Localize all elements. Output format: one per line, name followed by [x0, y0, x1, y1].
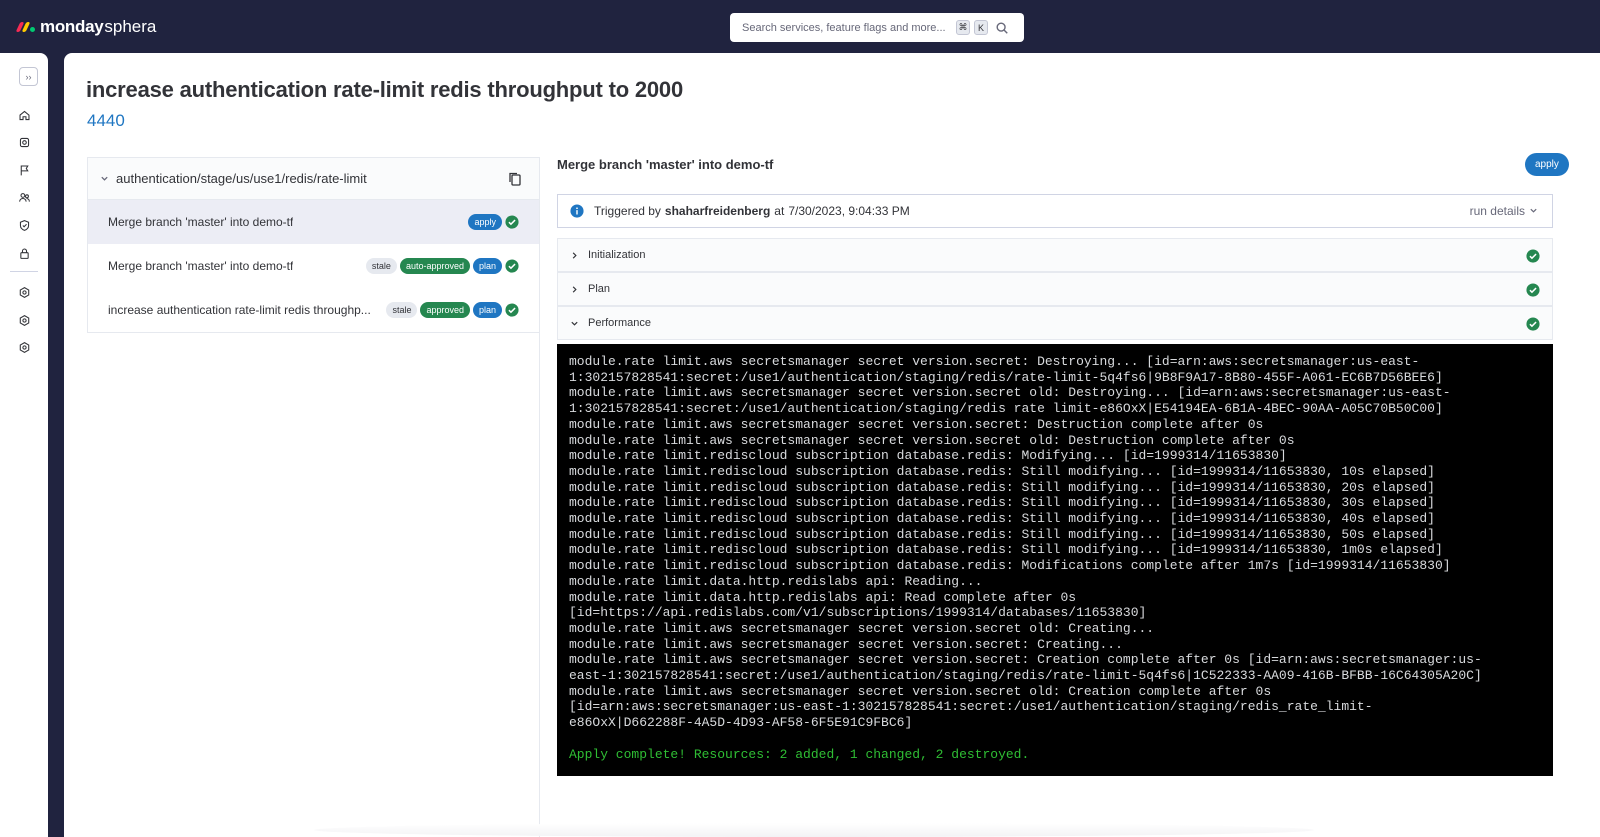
- users-icon[interactable]: [16, 189, 32, 205]
- gear-service-icon[interactable]: [16, 134, 32, 150]
- at-label: at: [774, 204, 785, 218]
- log-line: module.rate limit.data.http.redislabs ap…: [569, 589, 1077, 605]
- step-label: Initialization: [588, 249, 646, 261]
- log-line: module.rate limit.rediscloud subscriptio…: [569, 495, 1435, 511]
- search-icon[interactable]: [995, 21, 1009, 35]
- log-line: module.rate limit.rediscloud subscriptio…: [569, 463, 1435, 479]
- success-check-icon: [505, 215, 519, 229]
- sidebar-divider: [10, 271, 38, 272]
- run-item-label: Merge branch 'master' into demo-tf: [108, 259, 294, 273]
- pr-number-link[interactable]: 4440: [87, 111, 125, 131]
- chevron-right-icon: [570, 251, 580, 260]
- gear-icon[interactable]: [16, 312, 32, 328]
- monday-logo-icon: [15, 22, 35, 32]
- run-title: Merge branch 'master' into demo-tf: [557, 157, 774, 172]
- log-line: module.rate limit.rediscloud subscriptio…: [569, 511, 1435, 527]
- left-sidebar: ››: [0, 53, 48, 837]
- log-line: 1:302157828541:secret:/use1/authenticati…: [569, 401, 1443, 417]
- log-line: module.rate limit.aws secretsmanager sec…: [569, 683, 1272, 699]
- log-line: module.rate limit.rediscloud subscriptio…: [569, 526, 1435, 542]
- log-line: module.rate limit.rediscloud subscriptio…: [569, 479, 1435, 495]
- double-chevron-right-icon[interactable]: ››: [19, 67, 38, 86]
- success-check-icon: [1526, 283, 1540, 297]
- log-line: [id=arn:aws:secretsmanager:us-east-1:302…: [569, 699, 1373, 715]
- gear-icon[interactable]: [16, 339, 32, 355]
- success-check-icon: [505, 303, 519, 317]
- runs-panel: authentication/stage/us/use1/redis/rate-…: [87, 157, 540, 837]
- copy-icon[interactable]: [507, 171, 523, 187]
- scroll-shadow: [314, 823, 1314, 837]
- run-list-divider: [87, 332, 540, 333]
- workspace-path: authentication/stage/us/use1/redis/rate-…: [116, 171, 367, 186]
- log-line: module.rate limit.rediscloud subscriptio…: [569, 542, 1443, 558]
- log-line: module.rate limit.rediscloud subscriptio…: [569, 558, 1451, 574]
- stale-badge: stale: [386, 302, 418, 318]
- log-line: module.rate limit.data.http.redislabs ap…: [569, 573, 983, 589]
- brand-name: monday: [40, 17, 104, 36]
- shortcut-key-k: K: [974, 20, 988, 35]
- lock-icon[interactable]: [16, 245, 32, 261]
- step-performance[interactable]: Performance: [557, 306, 1553, 340]
- approved-badge: approved: [420, 302, 470, 318]
- log-line: module.rate limit.aws secretsmanager sec…: [569, 385, 1451, 401]
- log-line: module.rate limit.rediscloud subscriptio…: [569, 448, 1287, 464]
- shortcut-key-cmd: ⌘: [956, 20, 970, 35]
- info-icon: [570, 204, 584, 218]
- log-line: module.rate limit.aws secretsmanager sec…: [569, 416, 1264, 432]
- success-check-icon: [505, 259, 519, 273]
- apply-badge: apply: [468, 214, 502, 230]
- chevron-down-icon: [570, 319, 580, 328]
- step-label: Plan: [588, 283, 611, 295]
- log-line: [id=https://api.redislabs.com/v1/subscri…: [569, 605, 1147, 621]
- log-line: module.rate limit.aws secretsmanager sec…: [569, 432, 1295, 448]
- chevron-down-icon: [1529, 204, 1538, 218]
- run-item[interactable]: increase authentication rate-limit redis…: [87, 288, 540, 332]
- product-name: sphera: [104, 17, 157, 36]
- main-content: increase authentication rate-limit redis…: [64, 53, 1600, 837]
- log-summary: Apply complete! Resources: 2 added, 1 ch…: [569, 746, 1030, 762]
- shield-icon[interactable]: [16, 217, 32, 233]
- chevron-right-icon: [570, 285, 580, 294]
- triggered-by-user: shaharfreidenberg: [664, 204, 771, 218]
- flag-icon[interactable]: [16, 162, 32, 178]
- run-item-label: Merge branch 'master' into demo-tf: [108, 215, 294, 229]
- run-item[interactable]: Merge branch 'master' into demo-tf apply: [87, 200, 540, 244]
- auto-approved-badge: auto-approved: [399, 258, 470, 274]
- run-details-label: run details: [1469, 204, 1525, 218]
- log-line: 1:302157828541:secret:/use1/authenticati…: [569, 369, 1443, 385]
- step-label: Performance: [588, 317, 651, 329]
- terminal-log[interactable]: module.rate limit.aws secretsmanager sec…: [557, 344, 1553, 776]
- log-line: east-1:302157828541:secret:/use1/authent…: [569, 668, 1482, 684]
- success-check-icon: [1526, 249, 1540, 263]
- top-bar: monday sphera ⌘ K: [0, 0, 1600, 53]
- page-title: increase authentication rate-limit redis…: [86, 77, 683, 102]
- run-item-label: increase authentication rate-limit redis…: [108, 303, 371, 317]
- log-line: module.rate limit.aws secretsmanager sec…: [569, 620, 1155, 636]
- step-plan[interactable]: Plan: [557, 272, 1553, 306]
- triggered-at-time: 7/30/2023, 9:04:33 PM: [788, 204, 910, 218]
- search-box[interactable]: ⌘ K: [730, 13, 1024, 42]
- plan-badge: plan: [472, 302, 502, 318]
- stale-badge: stale: [365, 258, 397, 274]
- log-line: module.rate limit.aws secretsmanager sec…: [569, 636, 1123, 652]
- log-line: e86OxX|D662288F-4A5D-4D93-AF58-6F5E91C9F…: [569, 715, 913, 731]
- run-item[interactable]: Merge branch 'master' into demo-tf stale…: [87, 244, 540, 288]
- gear-icon[interactable]: [16, 284, 32, 300]
- trigger-info: Triggered by shaharfreidenberg at 7/30/2…: [557, 194, 1553, 228]
- plan-badge: plan: [472, 258, 502, 274]
- search-input[interactable]: [742, 21, 956, 34]
- success-check-icon: [1526, 317, 1540, 331]
- step-initialization[interactable]: Initialization: [557, 238, 1553, 272]
- chevron-down-icon[interactable]: [100, 174, 109, 183]
- apply-badge: apply: [1525, 153, 1569, 176]
- home-icon[interactable]: [16, 107, 32, 123]
- workspace-path-header[interactable]: authentication/stage/us/use1/redis/rate-…: [87, 157, 540, 200]
- run-details-dropdown[interactable]: run details: [1470, 195, 1538, 227]
- app-logo[interactable]: monday sphera: [15, 15, 157, 39]
- log-line: module.rate limit.aws secretsmanager sec…: [569, 652, 1482, 668]
- triggered-by-label: Triggered by: [594, 204, 661, 218]
- log-line: module.rate limit.aws secretsmanager sec…: [569, 354, 1420, 369]
